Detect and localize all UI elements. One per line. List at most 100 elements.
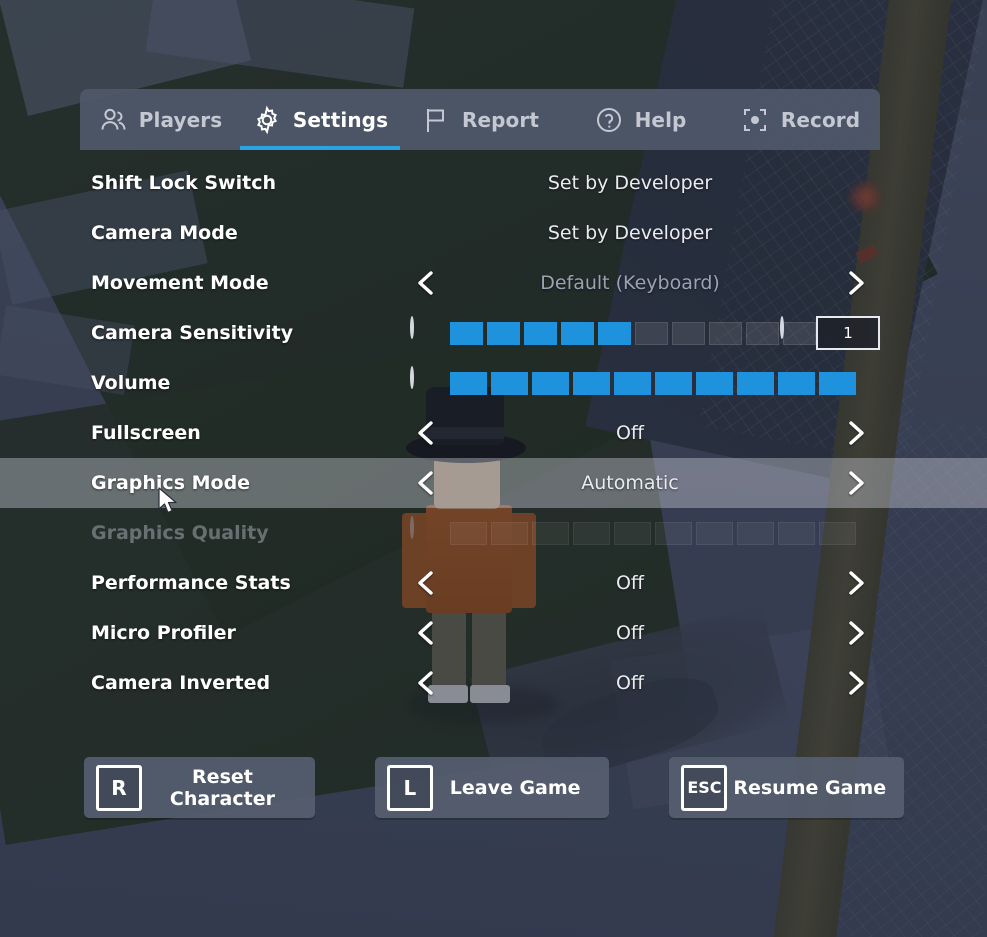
- slider-segment: [450, 521, 487, 545]
- slider-segment: [737, 521, 774, 545]
- keycap-r: R: [96, 764, 142, 811]
- slider-segment[interactable]: [532, 371, 569, 395]
- tab-help[interactable]: Help: [560, 89, 720, 150]
- row-value: Off: [615, 672, 645, 694]
- graphics-quality-slider: [450, 521, 856, 545]
- row-micro-profiler: Micro Profiler Off: [0, 608, 987, 658]
- row-value: Automatic: [581, 472, 679, 494]
- chevron-right-icon[interactable]: [838, 616, 872, 650]
- row-label: Fullscreen: [91, 422, 201, 444]
- menu-tab-bar: Players Settings Report Help Record: [80, 89, 880, 150]
- row-camera-sensitivity: Camera Sensitivity 1: [0, 308, 987, 358]
- row-label: Camera Inverted: [91, 672, 271, 694]
- camera-sensitivity-slider[interactable]: [450, 321, 816, 345]
- row-label: Performance Stats: [91, 572, 291, 594]
- settings-rows: Shift Lock Switch Set by Developer Camer…: [0, 158, 987, 708]
- row-value: Off: [615, 622, 645, 644]
- tab-label: Settings: [292, 107, 389, 132]
- row-label: Shift Lock Switch: [91, 172, 276, 194]
- keycap-esc: ESC: [681, 764, 728, 811]
- slider-segment: [819, 521, 856, 545]
- row-label: Camera Sensitivity: [91, 322, 294, 344]
- slider-segment[interactable]: [450, 321, 483, 345]
- slider-segment: [614, 521, 651, 545]
- slider-segment: [778, 521, 815, 545]
- slider-segment[interactable]: [614, 371, 651, 395]
- row-value: Default (Keyboard): [540, 272, 720, 294]
- gear-icon: [252, 105, 282, 135]
- tab-label: Help: [634, 107, 687, 132]
- slider-segment[interactable]: [450, 371, 487, 395]
- slider-segment[interactable]: [487, 321, 520, 345]
- people-icon: [98, 105, 128, 135]
- slider-segment[interactable]: [524, 321, 557, 345]
- chevron-right-icon[interactable]: [838, 416, 872, 450]
- minus-icon: [410, 516, 414, 539]
- row-volume: Volume: [0, 358, 987, 408]
- camera-sensitivity-value-input[interactable]: 1: [816, 316, 880, 350]
- row-camera-mode: Camera Mode Set by Developer: [0, 208, 987, 258]
- slider-segment[interactable]: [672, 321, 705, 345]
- chevron-right-icon[interactable]: [838, 666, 872, 700]
- plus-icon: [780, 316, 784, 339]
- slider-segment: [573, 521, 610, 545]
- question-circle-icon: [594, 105, 624, 135]
- chevron-right-icon[interactable]: [838, 266, 872, 300]
- flag-icon: [421, 105, 451, 135]
- row-label: Graphics Quality: [91, 522, 269, 544]
- slider-segment: [491, 521, 528, 545]
- decrease-button[interactable]: [410, 366, 440, 398]
- row-fullscreen: Fullscreen Off: [0, 408, 987, 458]
- button-label: Resume Game: [733, 776, 887, 799]
- row-label: Movement Mode: [91, 272, 269, 294]
- slider-segment[interactable]: [746, 321, 779, 345]
- row-graphics-mode[interactable]: Graphics Mode Automatic: [0, 458, 987, 508]
- slider-segment[interactable]: [491, 371, 528, 395]
- settings-menu: Players Settings Report Help Record Shif…: [0, 0, 987, 937]
- row-value: Set by Developer: [547, 172, 713, 194]
- row-label: Volume: [91, 372, 171, 394]
- chevron-right-icon[interactable]: [838, 466, 872, 500]
- slider-segment: [532, 521, 569, 545]
- decrease-button[interactable]: [410, 316, 440, 348]
- leave-game-button[interactable]: L Leave Game: [374, 757, 610, 818]
- slider-segment[interactable]: [819, 371, 856, 395]
- tab-underline: [240, 146, 400, 150]
- minus-icon: [410, 316, 414, 339]
- resume-game-button[interactable]: ESC Resume Game: [669, 757, 905, 818]
- row-camera-inverted: Camera Inverted Off: [0, 658, 987, 708]
- slider-segment[interactable]: [598, 321, 631, 345]
- volume-slider[interactable]: [450, 371, 856, 395]
- increase-button[interactable]: [780, 316, 810, 348]
- reset-character-button[interactable]: R Reset Character: [84, 757, 315, 818]
- menu-action-buttons: R Reset Character L Leave Game ESC Resum…: [84, 757, 905, 818]
- record-icon: [740, 105, 770, 135]
- slider-segment[interactable]: [635, 321, 668, 345]
- chevron-right-icon[interactable]: [838, 566, 872, 600]
- button-label: Reset Character: [169, 765, 275, 810]
- tab-record[interactable]: Record: [720, 89, 880, 150]
- row-shift-lock-switch: Shift Lock Switch Set by Developer: [0, 158, 987, 208]
- button-label: Leave Game: [449, 776, 581, 799]
- slider-segment: [655, 521, 692, 545]
- slider-segment[interactable]: [778, 371, 815, 395]
- slider-segment[interactable]: [696, 371, 733, 395]
- tab-label: Players: [138, 107, 223, 132]
- decrease-button: [410, 516, 440, 548]
- tab-players[interactable]: Players: [80, 89, 240, 150]
- slider-segment[interactable]: [709, 321, 742, 345]
- slider-segment: [696, 521, 733, 545]
- row-value: Off: [615, 422, 645, 444]
- slider-segment[interactable]: [573, 371, 610, 395]
- row-performance-stats: Performance Stats Off: [0, 558, 987, 608]
- row-label: Camera Mode: [91, 222, 238, 244]
- slider-segment[interactable]: [655, 371, 692, 395]
- tab-settings[interactable]: Settings: [240, 89, 400, 150]
- row-movement-mode: Movement Mode Default (Keyboard): [0, 258, 987, 308]
- keycap-l: L: [386, 764, 433, 811]
- minus-icon: [410, 366, 414, 389]
- row-label: Micro Profiler: [91, 622, 236, 644]
- tab-report[interactable]: Report: [400, 89, 560, 150]
- slider-segment[interactable]: [561, 321, 594, 345]
- slider-segment[interactable]: [737, 371, 774, 395]
